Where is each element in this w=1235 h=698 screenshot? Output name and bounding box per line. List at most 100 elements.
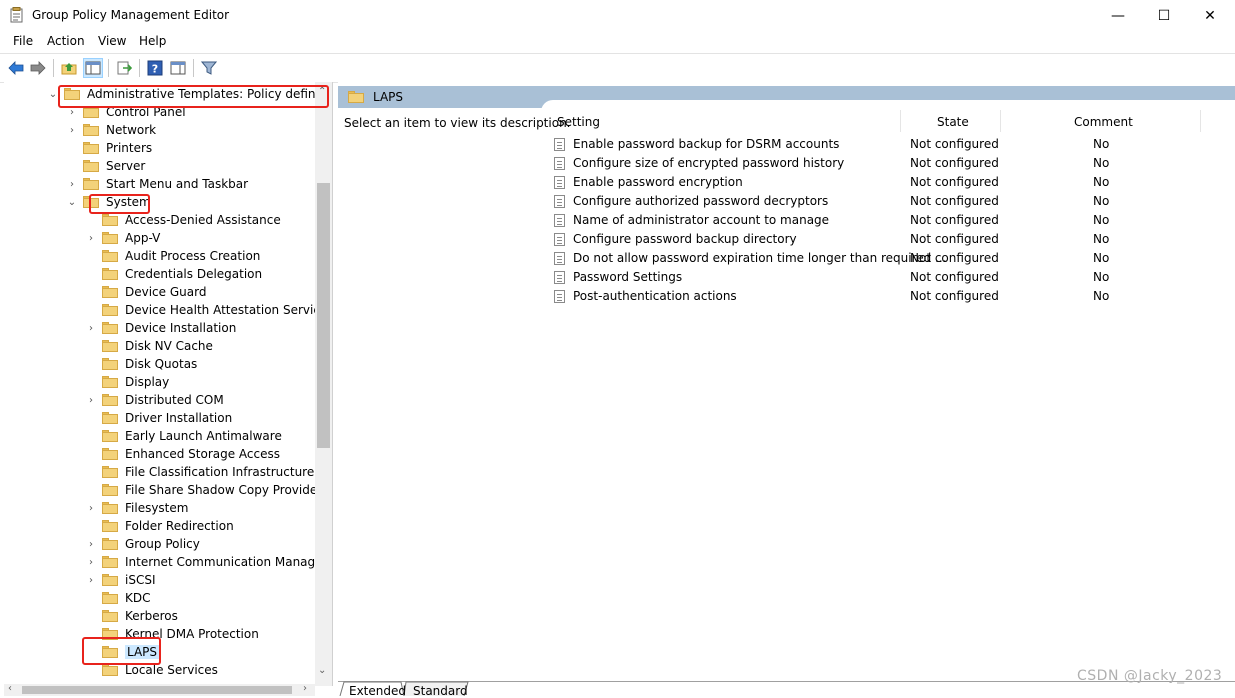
tree-scrollbar-thumb[interactable]	[317, 183, 330, 448]
scroll-down-icon[interactable]: ⌄	[318, 665, 326, 676]
tree-item[interactable]: Disk Quotas	[86, 355, 197, 373]
chevron-right-icon[interactable]: ›	[86, 233, 96, 244]
chevron-right-icon[interactable]: ›	[86, 557, 96, 568]
menu-view[interactable]: View	[98, 34, 126, 48]
toolbar-separator	[193, 59, 194, 77]
folder-icon	[102, 556, 118, 568]
folder-icon	[102, 250, 118, 262]
folder-icon	[102, 286, 118, 298]
maximize-icon: ☐	[1157, 7, 1171, 24]
tree-item[interactable]: Device Guard	[86, 283, 206, 301]
tree-item[interactable]: Display	[86, 373, 169, 391]
show-hide-console-tree-button[interactable]	[83, 58, 103, 78]
export-list-button[interactable]	[114, 58, 134, 78]
policy-row[interactable]: Enable password encryption Not configured…	[554, 173, 1214, 192]
policy-setting-name: Enable password encryption	[573, 175, 743, 189]
tree-item[interactable]: Credentials Delegation	[86, 265, 262, 283]
policy-comment: No	[1093, 270, 1110, 284]
tree-item[interactable]: › Network	[67, 121, 156, 139]
back-button[interactable]	[6, 58, 26, 78]
tree-horizontal-scrollbar-thumb[interactable]	[22, 686, 292, 694]
policy-setting-icon	[554, 176, 565, 189]
tree-item[interactable]: File Share Shadow Copy Provider	[86, 481, 322, 499]
column-divider[interactable]	[1000, 110, 1001, 132]
tree-item[interactable]: File Classification Infrastructure	[86, 463, 314, 481]
chevron-down-icon[interactable]: ⌄	[67, 197, 77, 208]
tree-item[interactable]: Audit Process Creation	[86, 247, 260, 265]
policy-row[interactable]: Name of administrator account to manage N…	[554, 211, 1214, 230]
show-hide-console-tree-icon	[85, 61, 101, 75]
column-divider[interactable]	[1200, 110, 1201, 132]
tree-item-label: Credentials Delegation	[125, 267, 263, 281]
tree-item[interactable]: › Device Installation	[86, 319, 236, 337]
menu-help[interactable]: Help	[139, 34, 166, 48]
tree-item[interactable]: Enhanced Storage Access	[86, 445, 280, 463]
tree-item[interactable]: › App-V	[86, 229, 160, 247]
title-bar: Group Policy Management Editor — ☐ ✕	[0, 0, 1235, 31]
tree-item[interactable]: › Filesystem	[86, 499, 188, 517]
folder-icon	[102, 322, 118, 334]
tree-item[interactable]: › Distributed COM	[86, 391, 224, 409]
policy-setting-name: Configure authorized password decryptors	[573, 194, 829, 208]
policy-row[interactable]: Configure authorized password decryptors…	[554, 192, 1214, 211]
policy-state: Not configured	[910, 251, 999, 265]
policy-row[interactable]: Enable password backup for DSRM accounts…	[554, 135, 1214, 154]
scroll-left-icon[interactable]: ‹	[8, 683, 12, 694]
show-action-pane-button[interactable]	[168, 58, 188, 78]
menu-file[interactable]: File	[13, 34, 33, 48]
tree-item-label: Filesystem	[125, 501, 189, 515]
tree-item[interactable]: Printers	[67, 139, 152, 157]
minimize-button[interactable]: —	[1095, 0, 1141, 31]
tree-item[interactable]: › Internet Communication Manageme	[86, 553, 332, 571]
policy-setting-icon	[554, 233, 565, 246]
tree-item-label: Disk Quotas	[125, 357, 198, 371]
column-header-setting[interactable]: Setting	[557, 115, 600, 129]
chevron-down-icon[interactable]: ⌄	[48, 89, 58, 100]
chevron-right-icon[interactable]: ›	[86, 539, 96, 550]
policy-setting-name: Configure size of encrypted password his…	[573, 156, 845, 170]
chevron-right-icon[interactable]: ›	[86, 503, 96, 514]
tree-item[interactable]: Kerberos	[86, 607, 178, 625]
policy-setting-icon	[554, 138, 565, 151]
policy-row[interactable]: Password Settings Not configured No	[554, 268, 1214, 287]
tree-item[interactable]: › Start Menu and Taskbar	[67, 175, 248, 193]
policy-setting-name: Do not allow password expiration time lo…	[573, 251, 947, 265]
maximize-button[interactable]: ☐	[1141, 0, 1187, 31]
policy-row[interactable]: Configure password backup directory Not c…	[554, 230, 1214, 249]
policy-row[interactable]: Post-authentication actions Not configure…	[554, 287, 1214, 306]
tree-item[interactable]: Folder Redirection	[86, 517, 234, 535]
chevron-right-icon[interactable]: ›	[86, 395, 96, 406]
watermark: CSDN @Jacky_2023	[1077, 668, 1223, 684]
tree-item[interactable]: Disk NV Cache	[86, 337, 213, 355]
chevron-right-icon[interactable]: ›	[86, 575, 96, 586]
chevron-right-icon[interactable]: ›	[86, 323, 96, 334]
console-tree[interactable]: ⌄ Administrative Templates: Policy defin…	[4, 82, 333, 686]
column-header-state[interactable]: State	[937, 115, 969, 129]
chevron-right-icon[interactable]: ›	[67, 125, 77, 136]
tree-item[interactable]: Early Launch Antimalware	[86, 427, 282, 445]
policy-row[interactable]: Do not allow password expiration time lo…	[554, 249, 1214, 268]
column-divider[interactable]	[900, 110, 901, 132]
close-button[interactable]: ✕	[1187, 0, 1233, 31]
help-button[interactable]: ?	[145, 58, 165, 78]
policy-setting-icon	[554, 195, 565, 208]
forward-button[interactable]	[28, 58, 48, 78]
tree-item[interactable]: Device Health Attestation Service	[86, 301, 327, 319]
tree-item[interactable]: Driver Installation	[86, 409, 232, 427]
policy-row[interactable]: Configure size of encrypted password his…	[554, 154, 1214, 173]
menu-action[interactable]: Action	[47, 34, 85, 48]
tree-item[interactable]: Server	[67, 157, 145, 175]
tree-item[interactable]: › Group Policy	[86, 535, 200, 553]
up-one-level-button[interactable]	[59, 58, 79, 78]
tree-item[interactable]: KDC	[86, 589, 151, 607]
chevron-right-icon[interactable]: ›	[67, 179, 77, 190]
policy-state: Not configured	[910, 156, 999, 170]
policy-setting-name: Enable password backup for DSRM accounts	[573, 137, 840, 151]
filter-button[interactable]	[199, 58, 219, 78]
column-header-comment[interactable]: Comment	[1074, 115, 1133, 129]
tree-item-label: Network	[106, 123, 157, 137]
scroll-right-icon[interactable]: ›	[303, 683, 307, 694]
folder-icon	[102, 448, 118, 460]
tree-item[interactable]: › iSCSI	[86, 571, 156, 589]
chevron-right-icon[interactable]: ›	[67, 107, 77, 118]
